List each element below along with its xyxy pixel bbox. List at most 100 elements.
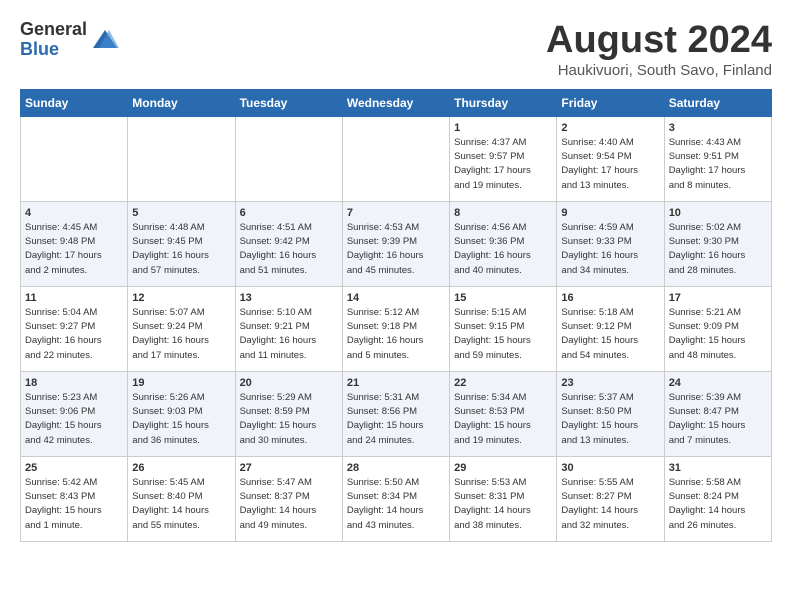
day-info: Sunrise: 5:15 AM Sunset: 9:15 PM Dayligh… <box>454 306 552 363</box>
calendar-cell: 13 Sunrise: 5:10 AM Sunset: 9:21 PM Dayli… <box>235 286 342 371</box>
logo: General Blue <box>20 20 119 60</box>
day-number: 10 <box>669 207 767 219</box>
calendar-cell: 6 Sunrise: 4:51 AM Sunset: 9:42 PM Daylig… <box>235 201 342 286</box>
day-number: 3 <box>669 122 767 134</box>
day-number: 9 <box>561 207 659 219</box>
day-info: Sunrise: 5:47 AM Sunset: 8:37 PM Dayligh… <box>240 476 338 533</box>
calendar-header-row: SundayMondayTuesdayWednesdayThursdayFrid… <box>21 89 772 116</box>
day-number: 23 <box>561 377 659 389</box>
day-info: Sunrise: 5:39 AM Sunset: 8:47 PM Dayligh… <box>669 391 767 448</box>
day-info: Sunrise: 5:21 AM Sunset: 9:09 PM Dayligh… <box>669 306 767 363</box>
day-info: Sunrise: 5:02 AM Sunset: 9:30 PM Dayligh… <box>669 221 767 278</box>
day-info: Sunrise: 5:45 AM Sunset: 8:40 PM Dayligh… <box>132 476 230 533</box>
day-number: 16 <box>561 292 659 304</box>
calendar-cell: 15 Sunrise: 5:15 AM Sunset: 9:15 PM Dayli… <box>450 286 557 371</box>
calendar-cell <box>21 116 128 201</box>
calendar-week-1: 1 Sunrise: 4:37 AM Sunset: 9:57 PM Daylig… <box>21 116 772 201</box>
day-info: Sunrise: 4:51 AM Sunset: 9:42 PM Dayligh… <box>240 221 338 278</box>
day-number: 25 <box>25 462 123 474</box>
calendar-cell: 1 Sunrise: 4:37 AM Sunset: 9:57 PM Daylig… <box>450 116 557 201</box>
day-number: 17 <box>669 292 767 304</box>
calendar-cell: 10 Sunrise: 5:02 AM Sunset: 9:30 PM Dayli… <box>664 201 771 286</box>
calendar-table: SundayMondayTuesdayWednesdayThursdayFrid… <box>20 89 772 542</box>
day-number: 19 <box>132 377 230 389</box>
day-number: 26 <box>132 462 230 474</box>
day-number: 6 <box>240 207 338 219</box>
calendar-cell: 30Sunrise: 5:55 AM Sunset: 8:27 PM Dayli… <box>557 456 664 541</box>
calendar-cell: 18 Sunrise: 5:23 AM Sunset: 9:06 PM Dayli… <box>21 371 128 456</box>
day-info: Sunrise: 4:56 AM Sunset: 9:36 PM Dayligh… <box>454 221 552 278</box>
calendar-cell: 21 Sunrise: 5:31 AM Sunset: 8:56 PM Dayli… <box>342 371 449 456</box>
day-info: Sunrise: 4:45 AM Sunset: 9:48 PM Dayligh… <box>25 221 123 278</box>
calendar-week-5: 25 Sunrise: 5:42 AM Sunset: 8:43 PM Dayli… <box>21 456 772 541</box>
calendar-week-3: 11Sunrise: 5:04 AM Sunset: 9:27 PM Dayli… <box>21 286 772 371</box>
header-sunday: Sunday <box>21 89 128 116</box>
calendar-cell: 19Sunrise: 5:26 AM Sunset: 9:03 PM Dayli… <box>128 371 235 456</box>
calendar-cell: 28 Sunrise: 5:50 AM Sunset: 8:34 PM Dayli… <box>342 456 449 541</box>
month-year-title: August 2024 <box>546 20 772 62</box>
day-info: Sunrise: 4:43 AM Sunset: 9:51 PM Dayligh… <box>669 136 767 193</box>
calendar-cell: 14Sunrise: 5:12 AM Sunset: 9:18 PM Dayli… <box>342 286 449 371</box>
calendar-cell: 7Sunrise: 4:53 AM Sunset: 9:39 PM Daylig… <box>342 201 449 286</box>
calendar-cell: 23 Sunrise: 5:37 AM Sunset: 8:50 PM Dayli… <box>557 371 664 456</box>
day-number: 8 <box>454 207 552 219</box>
day-info: Sunrise: 5:23 AM Sunset: 9:06 PM Dayligh… <box>25 391 123 448</box>
day-info: Sunrise: 5:42 AM Sunset: 8:43 PM Dayligh… <box>25 476 123 533</box>
day-number: 29 <box>454 462 552 474</box>
day-number: 24 <box>669 377 767 389</box>
calendar-cell: 24 Sunrise: 5:39 AM Sunset: 8:47 PM Dayli… <box>664 371 771 456</box>
header-tuesday: Tuesday <box>235 89 342 116</box>
calendar-cell: 22 Sunrise: 5:34 AM Sunset: 8:53 PM Dayli… <box>450 371 557 456</box>
day-info: Sunrise: 4:40 AM Sunset: 9:54 PM Dayligh… <box>561 136 659 193</box>
calendar-cell: 31 Sunrise: 5:58 AM Sunset: 8:24 PM Dayli… <box>664 456 771 541</box>
calendar-cell: 16Sunrise: 5:18 AM Sunset: 9:12 PM Dayli… <box>557 286 664 371</box>
calendar-cell: 3 Sunrise: 4:43 AM Sunset: 9:51 PM Daylig… <box>664 116 771 201</box>
day-info: Sunrise: 5:29 AM Sunset: 8:59 PM Dayligh… <box>240 391 338 448</box>
day-info: Sunrise: 5:58 AM Sunset: 8:24 PM Dayligh… <box>669 476 767 533</box>
day-info: Sunrise: 5:10 AM Sunset: 9:21 PM Dayligh… <box>240 306 338 363</box>
day-number: 21 <box>347 377 445 389</box>
header-wednesday: Wednesday <box>342 89 449 116</box>
day-info: Sunrise: 5:07 AM Sunset: 9:24 PM Dayligh… <box>132 306 230 363</box>
calendar-cell: 27 Sunrise: 5:47 AM Sunset: 8:37 PM Dayli… <box>235 456 342 541</box>
calendar-cell: 17 Sunrise: 5:21 AM Sunset: 9:09 PM Dayli… <box>664 286 771 371</box>
day-info: Sunrise: 4:37 AM Sunset: 9:57 PM Dayligh… <box>454 136 552 193</box>
calendar-cell <box>235 116 342 201</box>
day-number: 31 <box>669 462 767 474</box>
calendar-cell: 29Sunrise: 5:53 AM Sunset: 8:31 PM Dayli… <box>450 456 557 541</box>
day-info: Sunrise: 5:50 AM Sunset: 8:34 PM Dayligh… <box>347 476 445 533</box>
logo-icon <box>91 26 119 54</box>
day-info: Sunrise: 5:37 AM Sunset: 8:50 PM Dayligh… <box>561 391 659 448</box>
calendar-cell: 20 Sunrise: 5:29 AM Sunset: 8:59 PM Dayli… <box>235 371 342 456</box>
header-thursday: Thursday <box>450 89 557 116</box>
day-number: 13 <box>240 292 338 304</box>
day-number: 2 <box>561 122 659 134</box>
day-number: 22 <box>454 377 552 389</box>
day-number: 1 <box>454 122 552 134</box>
day-number: 27 <box>240 462 338 474</box>
calendar-cell <box>128 116 235 201</box>
day-info: Sunrise: 5:34 AM Sunset: 8:53 PM Dayligh… <box>454 391 552 448</box>
day-number: 15 <box>454 292 552 304</box>
header-monday: Monday <box>128 89 235 116</box>
calendar-week-2: 4 Sunrise: 4:45 AM Sunset: 9:48 PM Daylig… <box>21 201 772 286</box>
logo-general-text: General <box>20 20 87 40</box>
calendar-cell: 9 Sunrise: 4:59 AM Sunset: 9:33 PM Daylig… <box>557 201 664 286</box>
day-number: 14 <box>347 292 445 304</box>
day-number: 28 <box>347 462 445 474</box>
title-section: August 2024 Haukivuori, South Savo, Finl… <box>546 20 772 79</box>
calendar-cell: 4 Sunrise: 4:45 AM Sunset: 9:48 PM Daylig… <box>21 201 128 286</box>
calendar-cell <box>342 116 449 201</box>
day-number: 18 <box>25 377 123 389</box>
location-subtitle: Haukivuori, South Savo, Finland <box>546 62 772 79</box>
calendar-cell: 26 Sunrise: 5:45 AM Sunset: 8:40 PM Dayli… <box>128 456 235 541</box>
header-friday: Friday <box>557 89 664 116</box>
day-number: 4 <box>25 207 123 219</box>
day-info: Sunrise: 4:53 AM Sunset: 9:39 PM Dayligh… <box>347 221 445 278</box>
header-saturday: Saturday <box>664 89 771 116</box>
logo-blue-text: Blue <box>20 40 87 60</box>
calendar-cell: 2 Sunrise: 4:40 AM Sunset: 9:54 PM Daylig… <box>557 116 664 201</box>
day-info: Sunrise: 4:59 AM Sunset: 9:33 PM Dayligh… <box>561 221 659 278</box>
day-info: Sunrise: 5:31 AM Sunset: 8:56 PM Dayligh… <box>347 391 445 448</box>
day-number: 20 <box>240 377 338 389</box>
